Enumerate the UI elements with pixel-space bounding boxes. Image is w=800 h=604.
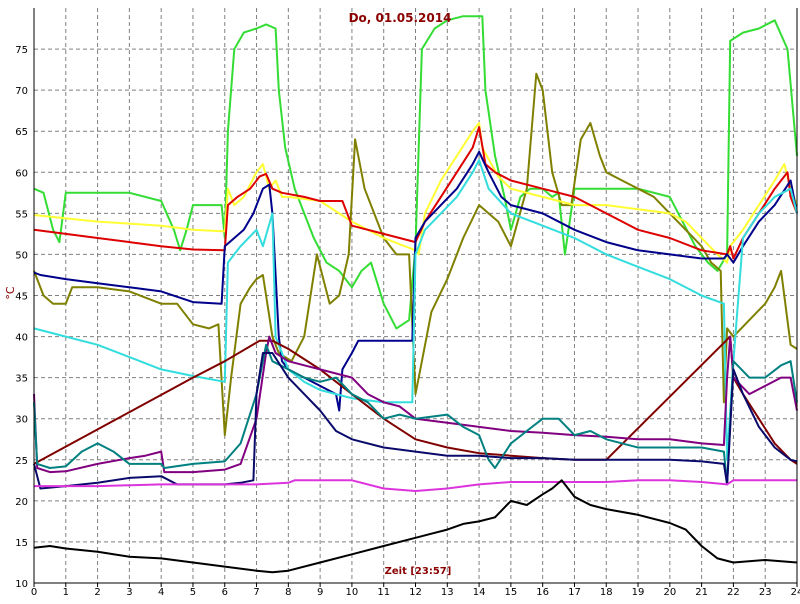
x-tick-label: 1 — [63, 587, 69, 598]
x-tick-label: 14 — [473, 587, 486, 598]
x-tick-label: 6 — [222, 587, 228, 598]
x-tick-label: 4 — [158, 587, 164, 598]
y-tick-label: 15 — [15, 538, 28, 549]
x-tick-label: 21 — [695, 587, 708, 598]
y-tick-label: 50 — [15, 250, 28, 261]
x-tick-label: 0 — [31, 587, 37, 598]
x-tick-label: 12 — [409, 587, 422, 598]
x-tick-label: 2 — [94, 587, 100, 598]
y-tick-label: 30 — [15, 415, 28, 426]
x-tick-label: 16 — [536, 587, 549, 598]
x-tick-label: 3 — [126, 587, 132, 598]
x-tick-label: 8 — [285, 587, 291, 598]
y-tick-label: 40 — [15, 333, 28, 344]
y-tick-label: 35 — [15, 374, 28, 385]
x-tick-label: 22 — [727, 587, 740, 598]
y-tick-label: 10 — [15, 579, 28, 590]
x-tick-label: 13 — [441, 587, 454, 598]
x-tick-label: 10 — [346, 587, 359, 598]
x-tick-label: 11 — [377, 587, 390, 598]
x-tick-label: 15 — [505, 587, 518, 598]
y-tick-label: 65 — [15, 127, 28, 138]
x-tick-label: 7 — [253, 587, 259, 598]
y-tick-label: 60 — [15, 168, 28, 179]
x-tick-label: 18 — [600, 587, 613, 598]
y-tick-label: 70 — [15, 86, 28, 97]
x-axis-label: Zeit [23:57] — [385, 566, 452, 577]
y-tick-label: 25 — [15, 456, 28, 467]
x-tick-label: 24 — [791, 587, 800, 598]
temperature-line-chart: 0123456789101112131415161718192021222324… — [4, 8, 800, 598]
x-tick-label: 17 — [568, 587, 581, 598]
x-tick-label: 9 — [317, 587, 323, 598]
chart-frame: 0123456789101112131415161718192021222324… — [0, 0, 800, 600]
chart-title: Do, 01.05.2014 — [349, 11, 452, 25]
x-tick-label: 5 — [190, 587, 196, 598]
x-tick-label: 20 — [663, 587, 676, 598]
y-tick-label: 55 — [15, 209, 28, 220]
y-axis-label: °C — [4, 286, 17, 300]
x-tick-label: 23 — [759, 587, 772, 598]
y-tick-label: 20 — [15, 497, 28, 508]
y-tick-label: 45 — [15, 292, 28, 303]
y-tick-label: 75 — [15, 45, 28, 56]
x-tick-label: 19 — [632, 587, 645, 598]
